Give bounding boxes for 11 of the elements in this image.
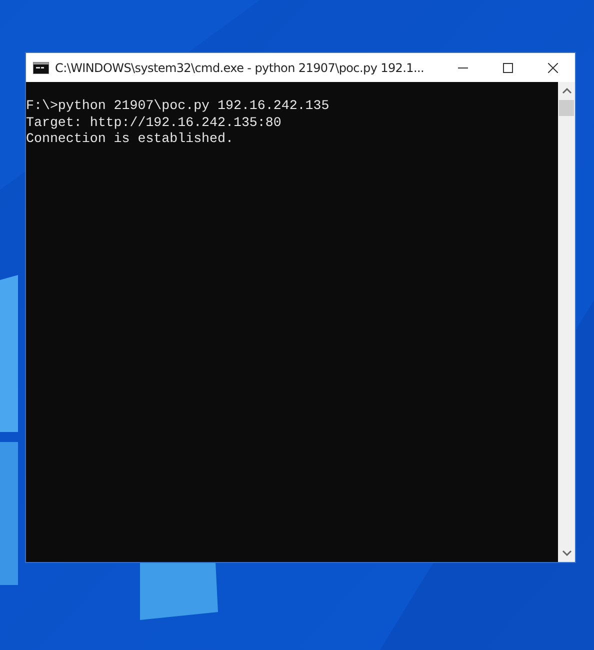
scroll-thumb[interactable] bbox=[559, 100, 574, 116]
scroll-up-icon[interactable] bbox=[562, 88, 572, 94]
close-icon[interactable] bbox=[548, 62, 558, 72]
console-line: Connection is established. bbox=[26, 131, 234, 148]
scroll-down-icon[interactable] bbox=[562, 550, 572, 556]
scrollbar[interactable] bbox=[558, 82, 575, 562]
window-title: C:\WINDOWS\system32\cmd.exe - python 21907\poc.py 192.1... bbox=[55, 60, 426, 74]
console-line: Target: http://192.16.242.135:80 bbox=[26, 114, 282, 131]
console-line: F:\>python 21907\poc.py 192.16.242.135 bbox=[26, 98, 330, 114]
console-icon bbox=[33, 62, 49, 74]
maximize-icon[interactable] bbox=[503, 62, 513, 72]
